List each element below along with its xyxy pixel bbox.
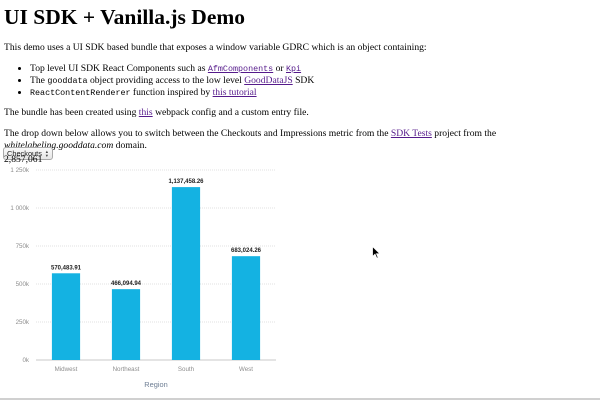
bar bbox=[111, 289, 141, 360]
page: UI SDK + Vanilla.js Demo This demo uses … bbox=[0, 0, 600, 400]
x-tick-label: Midwest bbox=[55, 366, 78, 373]
tutorial-link[interactable]: this tutorial bbox=[213, 87, 257, 98]
list-item-suffix: SDK bbox=[292, 75, 315, 86]
mouse-pointer-icon bbox=[372, 245, 381, 264]
bar-data-label: 570,483.91 bbox=[51, 265, 82, 271]
bundle-prefix: The bundle has been created using bbox=[4, 107, 139, 118]
page-title: UI SDK + Vanilla.js Demo bbox=[4, 5, 246, 29]
bundle-suffix: webpack config and a custom entry file. bbox=[152, 107, 309, 118]
y-tick-label: 1 000k bbox=[10, 205, 29, 212]
gooddata-code: gooddata bbox=[47, 76, 88, 86]
list-item-mid: object providing access to the low level bbox=[87, 75, 245, 86]
bar-chart: 0k 250k 500k 750k 1 000k 1 250k 570,483.91 Midw… bbox=[0, 164, 290, 396]
y-tick-label: 250k bbox=[16, 319, 30, 326]
y-tick-label: 0k bbox=[22, 357, 29, 364]
afm-components-link[interactable]: AfmComponents bbox=[208, 63, 273, 74]
bar-chart-svg: 0k 250k 500k 750k 1 000k 1 250k 570,483.91 Midw… bbox=[10, 167, 276, 389]
kpi-link[interactable]: Kpi bbox=[286, 63, 301, 74]
webpack-config-link[interactable]: this bbox=[139, 107, 153, 118]
x-tick-label: South bbox=[178, 366, 195, 373]
dropdown-desc-prefix: The drop down below allows you to switch… bbox=[4, 128, 391, 139]
intro-text: This demo uses a UI SDK based bundle tha… bbox=[4, 42, 427, 53]
list-item-separator: or bbox=[273, 63, 286, 74]
bar bbox=[171, 187, 201, 360]
bar-data-label: 466,094.94 bbox=[111, 281, 142, 287]
bar-data-label: 1,137,458.26 bbox=[168, 179, 204, 185]
dropdown-description: The drop down below allows you to switch… bbox=[4, 128, 596, 152]
y-tick-label: 1 250k bbox=[10, 167, 29, 174]
dropdown-desc-mid: project from the bbox=[431, 128, 497, 139]
dropdown-desc-suffix: domain. bbox=[113, 140, 147, 151]
kpi-code: Kpi bbox=[286, 64, 302, 74]
list-item: The gooddata object providing access to … bbox=[30, 75, 596, 87]
y-tick-label: 750k bbox=[16, 243, 30, 250]
sdk-tests-link[interactable]: SDK Tests bbox=[391, 128, 432, 139]
x-tick-label: Northeast bbox=[113, 366, 140, 373]
list-item-prefix: The bbox=[30, 75, 48, 86]
up-down-arrows-icon: ▲ ▼ bbox=[44, 148, 49, 158]
x-tick-label: West bbox=[239, 366, 253, 373]
bar-data-label: 683,024.26 bbox=[231, 248, 262, 254]
list-item-mid: function inspired by bbox=[130, 87, 213, 98]
list-item: Top level UI SDK React Components such a… bbox=[30, 63, 596, 75]
list-item: ReactContentRenderer function inspired b… bbox=[30, 87, 596, 99]
bundle-text: The bundle has been created using this w… bbox=[4, 107, 596, 119]
feature-list: Top level UI SDK React Components such a… bbox=[4, 63, 596, 99]
bar bbox=[51, 273, 81, 360]
list-item-text: Top level UI SDK React Components such a… bbox=[30, 63, 208, 74]
y-tick-label: 500k bbox=[16, 281, 30, 288]
react-content-renderer-code: ReactContentRenderer bbox=[30, 88, 131, 98]
x-axis-title: Region bbox=[144, 380, 167, 389]
bar bbox=[231, 256, 261, 360]
afm-components-code: AfmComponents bbox=[207, 64, 274, 74]
gooddatajs-link[interactable]: GoodDataJS bbox=[244, 75, 293, 86]
